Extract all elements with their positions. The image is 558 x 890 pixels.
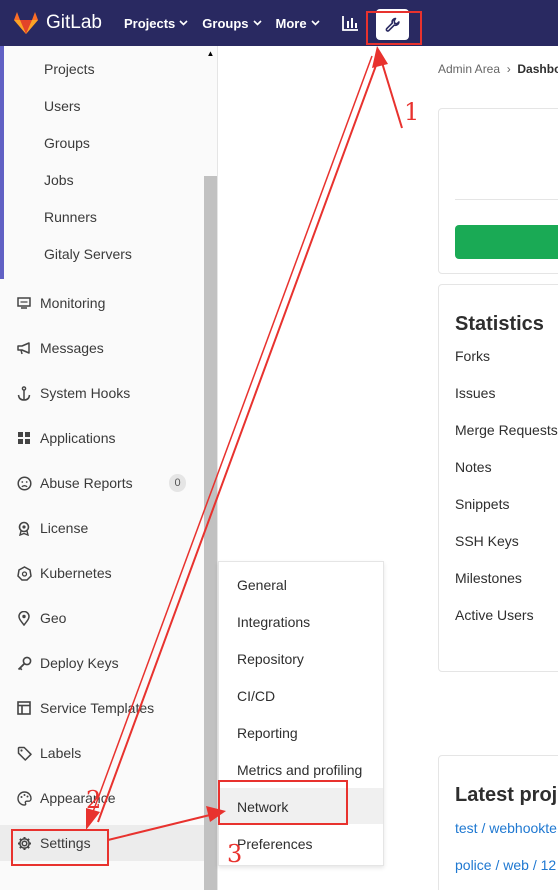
sidebar-item-applications[interactable]: Applications: [0, 420, 204, 456]
chevron-down-icon: [179, 20, 188, 26]
annotation-arrow-1: [379, 55, 403, 129]
tanuki-icon: [14, 12, 38, 34]
annotation-label-1: 1: [404, 98, 420, 126]
flyout-item-reporting[interactable]: Reporting: [237, 725, 298, 741]
project-link[interactable]: police / web / 12: [455, 857, 556, 873]
stat-issues: Issues: [455, 385, 496, 401]
stat-merge-requests: Merge Requests: [455, 422, 558, 438]
sidebar-item-label: Appearance: [40, 790, 116, 806]
breadcrumb-admin-area[interactable]: Admin Area: [438, 62, 500, 76]
stat-active-users: Active Users: [455, 607, 534, 623]
sidebar-item-label: System Hooks: [40, 385, 131, 401]
latest-projects-card: Latest proje test / webhookte police / w…: [438, 755, 558, 890]
card-divider: [455, 199, 558, 200]
annotation-label-3: 3: [227, 840, 243, 868]
sidebar-item-label: Deploy Keys: [40, 655, 119, 671]
overview-submenu: Projects Users Groups Jobs Runners Gital…: [0, 46, 204, 279]
sidebar-item-label: Labels: [40, 745, 82, 761]
sidebar-item-monitoring[interactable]: Monitoring: [0, 285, 204, 321]
flyout-item-repository[interactable]: Repository: [237, 651, 304, 667]
flyout-item-integrations[interactable]: Integrations: [237, 614, 310, 630]
flyout-item-metrics-and-profiling[interactable]: Metrics and profiling: [237, 762, 362, 778]
grid-icon: [16, 430, 32, 446]
monitor-icon: [16, 295, 32, 311]
abuse-count-badge: 0: [169, 474, 186, 492]
flyout-item-ci-cd[interactable]: CI/CD: [237, 688, 275, 704]
flyout-item-preferences[interactable]: Preferences: [237, 836, 312, 852]
statistics-card: Statistics Forks Issues Merge Requests N…: [438, 284, 558, 672]
location-pin-icon: [16, 610, 32, 626]
sidebar-item-runners[interactable]: Runners: [44, 209, 97, 225]
chevron-down-icon: [311, 20, 320, 26]
sidebar-item-users[interactable]: Users: [44, 98, 81, 114]
megaphone-icon: [16, 340, 32, 356]
project-link[interactable]: test / webhookte: [455, 820, 557, 836]
annotation-box-1: [366, 11, 422, 45]
sidebar-item-label: Monitoring: [40, 295, 106, 311]
sidebar-item-license[interactable]: License: [0, 510, 204, 546]
chevron-down-icon: [252, 20, 262, 26]
gitlab-logo[interactable]: GitLab: [14, 12, 102, 34]
annotation-box-3: [218, 780, 348, 825]
anchor-icon: [16, 385, 32, 401]
frown-face-icon: [16, 475, 32, 491]
sidebar-scrollbar[interactable]: [204, 176, 217, 890]
sidebar-item-label: Kubernetes: [40, 565, 112, 581]
brand-name: GitLab: [46, 12, 102, 33]
nav-projects-label: Projects: [123, 15, 176, 31]
sidebar-item-label: Applications: [40, 430, 116, 446]
stat-milestones: Milestones: [455, 570, 522, 586]
sidebar-item-label: Geo: [40, 610, 67, 626]
stat-snippets: Snippets: [455, 496, 510, 512]
sidebar-item-projects[interactable]: Projects: [44, 61, 95, 77]
sidebar-item-kubernetes[interactable]: Kubernetes: [0, 555, 204, 591]
sidebar-item-service-templates[interactable]: Service Templates: [0, 690, 204, 726]
annotation-arrowhead-1: [372, 46, 388, 68]
nav-groups-label: Groups: [202, 15, 249, 31]
label-icon: [16, 745, 32, 761]
sidebar-item-label: Messages: [40, 340, 104, 356]
latest-projects-title: Latest proje: [455, 784, 558, 806]
admin-sidebar: Projects Users Groups Jobs Runners Gital…: [0, 46, 218, 890]
sidebar-item-geo[interactable]: Geo: [0, 600, 204, 636]
stat-ssh-keys: SSH Keys: [455, 533, 519, 549]
nav-more-label: More: [275, 15, 307, 31]
sidebar-item-system-hooks[interactable]: System Hooks: [0, 375, 204, 411]
nav-groups[interactable]: Groups: [202, 15, 262, 31]
flyout-item-general[interactable]: General: [237, 577, 287, 593]
template-icon: [16, 700, 32, 716]
statistics-title: Statistics: [455, 313, 544, 335]
sidebar-item-labels[interactable]: Labels: [0, 735, 204, 771]
key-icon: [16, 655, 32, 671]
kubernetes-icon: [16, 565, 32, 581]
breadcrumb: Admin Area › Dashbo: [438, 62, 558, 76]
nav-projects[interactable]: Projects: [124, 16, 188, 31]
sidebar-item-messages[interactable]: Messages: [0, 330, 204, 366]
breadcrumb-separator-icon: ›: [503, 62, 518, 76]
new-item-button[interactable]: [455, 225, 558, 259]
sidebar-item-groups[interactable]: Groups: [44, 135, 90, 151]
sidebar-item-label: Service Templates: [40, 700, 155, 716]
overview-card: [438, 108, 558, 274]
top-navbar: GitLab Projects Groups More: [0, 0, 558, 46]
stat-notes: Notes: [455, 459, 492, 475]
sidebar-item-appearance[interactable]: Appearance: [0, 780, 204, 816]
sidebar-item-jobs[interactable]: Jobs: [44, 172, 74, 188]
sidebar-item-abuse-reports[interactable]: Abuse Reports 0: [0, 465, 204, 501]
scroll-up-arrow-icon[interactable]: ▲: [204, 46, 217, 60]
annotation-label-2: 2: [86, 786, 102, 814]
sidebar-item-gitaly-servers[interactable]: Gitaly Servers: [44, 246, 132, 262]
sidebar-item-deploy-keys[interactable]: Deploy Keys: [0, 645, 204, 681]
nav-more[interactable]: More: [276, 16, 320, 31]
palette-icon: [16, 790, 32, 806]
sidebar-item-label: Abuse Reports: [40, 475, 133, 491]
annotation-box-2: [11, 829, 109, 866]
stat-forks: Forks: [455, 348, 490, 364]
breadcrumb-current[interactable]: Dashbo: [517, 62, 558, 76]
license-icon: [16, 520, 32, 536]
activity-chart-icon[interactable]: [341, 15, 359, 31]
sidebar-item-label: License: [40, 520, 89, 536]
